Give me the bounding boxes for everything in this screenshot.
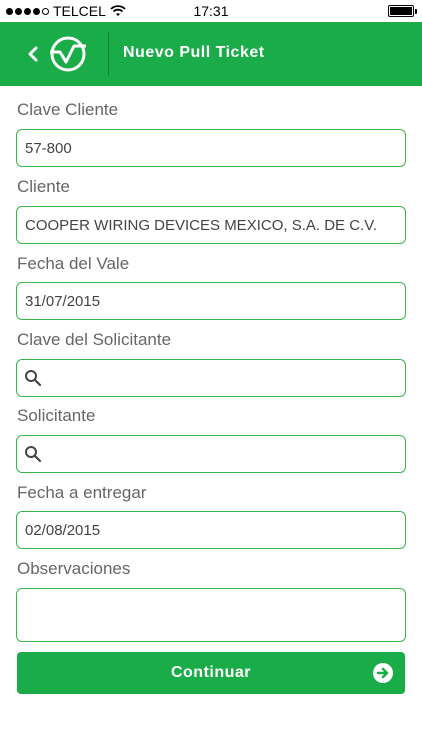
status-bar: TELCEL 17:31 — [0, 0, 422, 22]
fecha-vale-field[interactable]: 31/07/2015 — [16, 282, 406, 320]
clave-cliente-label: Clave Cliente — [17, 100, 119, 119]
nav-bar: Nuevo Pull Ticket — [0, 22, 422, 86]
cliente-field[interactable]: COOPER WIRING DEVICES MEXICO, S.A. DE C.… — [16, 206, 406, 244]
battery-icon — [388, 5, 417, 17]
fecha-entregar-value: 02/08/2015 — [25, 521, 101, 539]
clave-cliente-value: 57-800 — [25, 139, 72, 157]
fecha-entregar-label: Fecha a entregar — [17, 483, 147, 502]
cliente-value: COOPER WIRING DEVICES MEXICO, S.A. DE C.… — [25, 216, 378, 234]
search-icon — [25, 370, 42, 387]
fecha-vale-value: 31/07/2015 — [25, 292, 101, 310]
nav-divider — [108, 32, 109, 76]
status-time: 17:31 — [193, 3, 229, 19]
page-title: Nuevo Pull Ticket — [123, 44, 265, 61]
continue-label: Continuar — [170, 664, 252, 681]
clave-solicitante-input[interactable] — [16, 359, 406, 397]
cliente-label: Cliente — [17, 177, 70, 196]
continue-button[interactable]: Continuar — [17, 652, 405, 694]
search-icon — [25, 446, 42, 463]
observaciones-label: Observaciones — [17, 559, 131, 578]
observaciones-textarea[interactable] — [16, 588, 406, 642]
solicitante-input[interactable] — [16, 435, 406, 473]
chevron-left-icon[interactable] — [26, 44, 40, 64]
logo-icon — [50, 36, 86, 72]
arrow-right-icon — [373, 663, 393, 683]
solicitante-label: Solicitante — [17, 406, 96, 425]
fecha-entregar-field[interactable]: 02/08/2015 — [16, 511, 406, 549]
clave-cliente-field[interactable]: 57-800 — [16, 129, 406, 167]
clave-solicitante-label: Clave del Solicitante — [17, 330, 172, 349]
fecha-vale-label: Fecha del Vale — [17, 254, 130, 273]
